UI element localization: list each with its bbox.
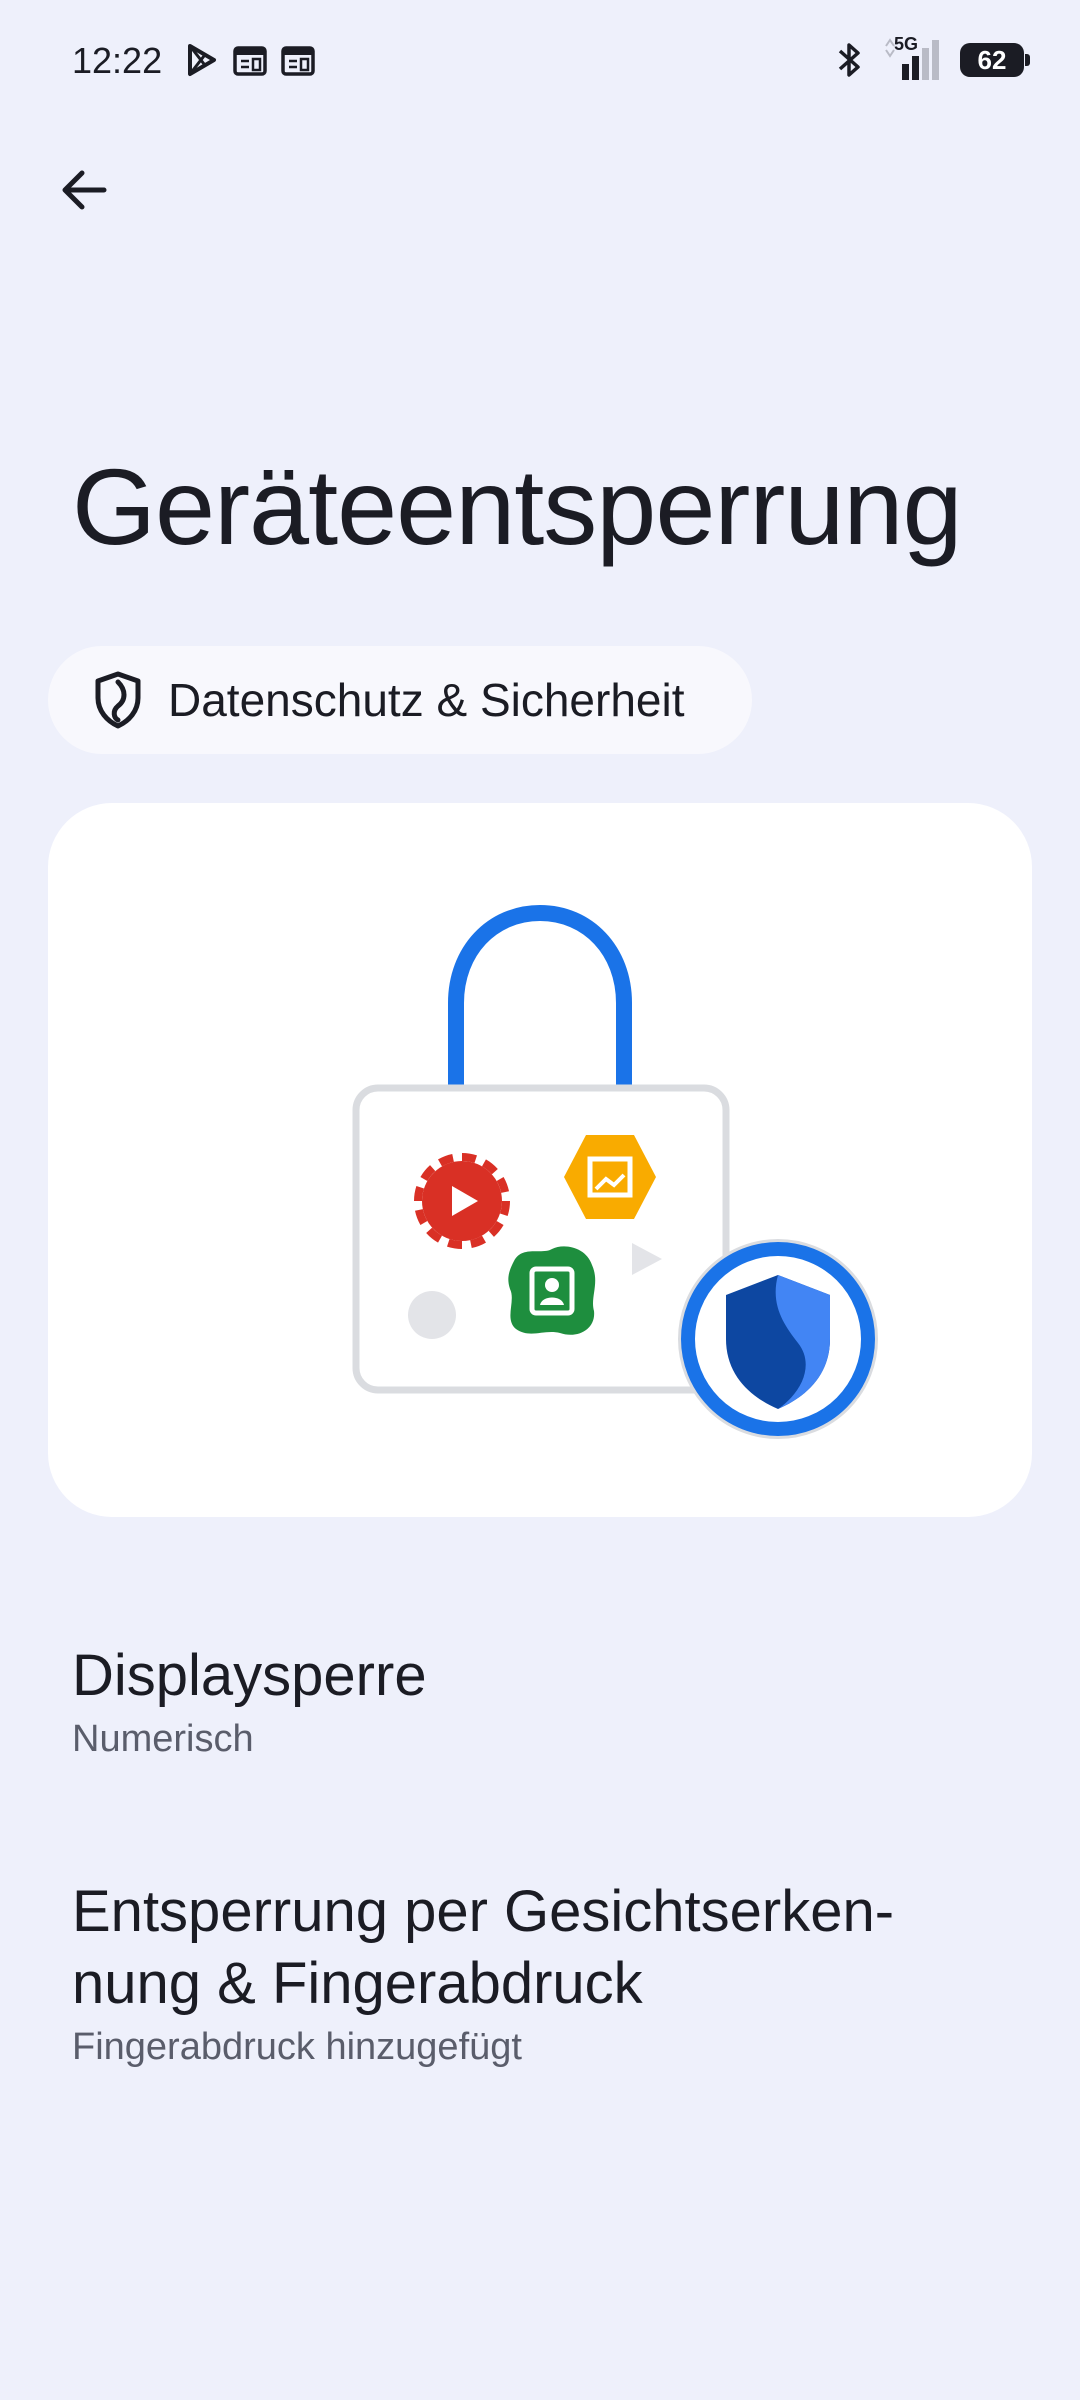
- face-fingerprint-subtitle: Fingerabdruck hinzugefügt: [72, 2026, 522, 2068]
- status-bar: 12:22 5G 62: [0, 0, 1080, 126]
- display-lock-item[interactable]: Displaysperre Numerisch: [72, 1640, 1032, 1761]
- chip-label: Datenschutz & Sicherheit: [168, 674, 685, 726]
- contacts-app-icon: [508, 1246, 596, 1335]
- notification-icons: [184, 42, 316, 78]
- battery-icon: 62: [960, 43, 1030, 77]
- security-badge: [678, 1239, 878, 1439]
- face-fingerprint-unlock-item[interactable]: Entsperrung per Gesichtserken- nung & Fi…: [72, 1876, 1032, 2069]
- lock-illustration: [352, 904, 878, 1439]
- calendar-icon: [281, 46, 315, 76]
- signal-icon: 5G: [882, 34, 942, 82]
- arrow-back-icon: [62, 170, 107, 210]
- illustration-card: [48, 803, 1032, 1517]
- play-store-icon: [188, 44, 216, 76]
- system-icons: 5G 62: [836, 34, 1030, 82]
- bluetooth-icon: [838, 43, 860, 77]
- battery-level: 62: [977, 44, 1007, 75]
- calendar-icon: [233, 46, 267, 76]
- page-title: Geräteentsperrung: [72, 446, 963, 567]
- video-app-icon: [414, 1153, 510, 1249]
- display-lock-subtitle: Numerisch: [72, 1718, 254, 1760]
- dot-shape: [408, 1291, 456, 1339]
- back-button[interactable]: [44, 150, 124, 230]
- category-chip[interactable]: Datenschutz & Sicherheit: [48, 646, 752, 754]
- display-lock-title: Displaysperre: [72, 1643, 427, 1708]
- shield-icon: [95, 671, 141, 729]
- status-time: 12:22: [72, 40, 163, 81]
- face-fingerprint-title-line1: Entsperrung per Gesichtserken-: [72, 1879, 895, 1944]
- face-fingerprint-title-line2: nung & Fingerabdruck: [72, 1951, 643, 2016]
